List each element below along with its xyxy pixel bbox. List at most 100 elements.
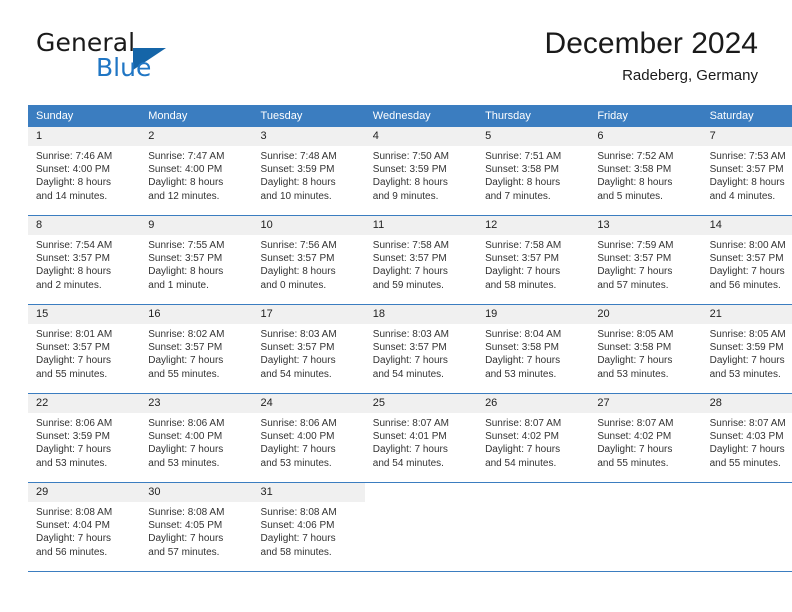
daylight-text-line1: Daylight: 7 hours	[485, 355, 561, 367]
page-header: General Blue December 2024 Radeberg, Ger…	[28, 26, 758, 98]
daylight-text-line2: and 4 minutes.	[709, 190, 776, 202]
sunrise-text: Sunrise: 8:08 AM	[260, 507, 337, 518]
day-number: 21	[701, 305, 792, 324]
sunrise-text: Sunrise: 7:52 AM	[597, 151, 674, 162]
calendar-day-cell[interactable]: 5 Sunrise: 7:51 AM Sunset: 3:58 PM Dayli…	[477, 127, 590, 216]
calendar-day-cell[interactable]: 8 Sunrise: 7:54 AM Sunset: 3:57 PM Dayli…	[28, 215, 141, 305]
calendar-day-cell[interactable]: 10 Sunrise: 7:56 AM Sunset: 3:57 PM Dayl…	[252, 215, 365, 305]
day-number	[701, 483, 792, 502]
sunset-text: Sunset: 3:57 PM	[36, 342, 110, 354]
day-number: 4	[364, 127, 478, 146]
day-number: 16	[140, 305, 253, 324]
sunset-text: Sunset: 3:57 PM	[709, 164, 784, 176]
weekday-header-monday: Monday	[140, 105, 253, 127]
page-title: December 2024	[544, 27, 758, 60]
sunset-text: Sunset: 3:59 PM	[372, 164, 447, 176]
calendar-day-cell[interactable]: 14 Sunrise: 8:00 AM Sunset: 3:57 PM Dayl…	[701, 215, 792, 305]
daylight-text-line2: and 59 minutes.	[372, 279, 444, 291]
day-info: Sunrise: 7:58 AM Sunset: 3:57 PM Dayligh…	[477, 235, 589, 292]
sunrise-text: Sunrise: 8:06 AM	[36, 418, 113, 429]
calendar-day-cell[interactable]: 16 Sunrise: 8:02 AM Sunset: 3:57 PM Dayl…	[140, 304, 253, 394]
calendar-day-cell[interactable]: 24 Sunrise: 8:06 AM Sunset: 4:00 PM Dayl…	[252, 393, 365, 483]
day-info: Sunrise: 7:46 AM Sunset: 4:00 PM Dayligh…	[28, 146, 140, 203]
calendar-day-cell[interactable]: 13 Sunrise: 7:59 AM Sunset: 3:57 PM Dayl…	[589, 215, 702, 305]
daylight-text-line2: and 56 minutes.	[36, 546, 108, 558]
day-info: Sunrise: 8:00 AM Sunset: 3:57 PM Dayligh…	[702, 235, 792, 292]
day-number: 25	[364, 394, 478, 413]
day-info: Sunrise: 8:02 AM Sunset: 3:57 PM Dayligh…	[140, 324, 252, 381]
calendar-day-cell[interactable]: 3 Sunrise: 7:48 AM Sunset: 3:59 PM Dayli…	[252, 127, 365, 216]
calendar-week-row: 29 Sunrise: 8:08 AM Sunset: 4:04 PM Dayl…	[28, 482, 792, 572]
daylight-text-line2: and 53 minutes.	[36, 457, 108, 469]
day-info: Sunrise: 7:48 AM Sunset: 3:59 PM Dayligh…	[253, 146, 365, 203]
calendar-day-cell[interactable]: 30 Sunrise: 8:08 AM Sunset: 4:05 PM Dayl…	[140, 482, 253, 572]
sunset-text: Sunset: 3:57 PM	[148, 253, 223, 265]
daylight-text-line1: Daylight: 7 hours	[148, 444, 224, 456]
calendar-day-cell[interactable]: 12 Sunrise: 7:58 AM Sunset: 3:57 PM Dayl…	[477, 215, 590, 305]
sunset-text: Sunset: 4:00 PM	[148, 431, 223, 443]
calendar-day-cell[interactable]: 9 Sunrise: 7:55 AM Sunset: 3:57 PM Dayli…	[140, 215, 253, 305]
calendar-day-cell[interactable]: 23 Sunrise: 8:06 AM Sunset: 4:00 PM Dayl…	[140, 393, 253, 483]
day-number: 13	[589, 216, 702, 235]
sunrise-text: Sunrise: 8:04 AM	[485, 329, 562, 340]
calendar-day-cell[interactable]: 26 Sunrise: 8:07 AM Sunset: 4:02 PM Dayl…	[477, 393, 590, 483]
calendar-day-cell[interactable]: 28 Sunrise: 8:07 AM Sunset: 4:03 PM Dayl…	[701, 393, 792, 483]
daylight-text-line2: and 58 minutes.	[260, 546, 332, 558]
calendar-day-cell[interactable]: 7 Sunrise: 7:53 AM Sunset: 3:57 PM Dayli…	[701, 127, 792, 216]
calendar-day-cell-empty	[589, 482, 702, 572]
daylight-text-line1: Daylight: 7 hours	[36, 444, 112, 456]
daylight-text-line1: Daylight: 7 hours	[260, 533, 336, 545]
sunset-text: Sunset: 3:57 PM	[372, 342, 447, 354]
calendar-day-cell[interactable]: 1 Sunrise: 7:46 AM Sunset: 4:00 PM Dayli…	[28, 127, 141, 216]
calendar-day-cell[interactable]: 31 Sunrise: 8:08 AM Sunset: 4:06 PM Dayl…	[252, 482, 365, 572]
daylight-text-line1: Daylight: 7 hours	[372, 355, 448, 367]
calendar-day-cell[interactable]: 29 Sunrise: 8:08 AM Sunset: 4:04 PM Dayl…	[28, 482, 141, 572]
daylight-text-line2: and 0 minutes.	[260, 279, 327, 291]
weekday-header-tuesday: Tuesday	[252, 105, 365, 127]
daylight-text-line2: and 53 minutes.	[597, 368, 669, 380]
daylight-text-line2: and 58 minutes.	[485, 279, 557, 291]
calendar-day-cell[interactable]: 18 Sunrise: 8:03 AM Sunset: 3:57 PM Dayl…	[364, 304, 478, 394]
general-blue-logo[interactable]: General Blue	[36, 28, 256, 92]
calendar-day-cell[interactable]: 6 Sunrise: 7:52 AM Sunset: 3:58 PM Dayli…	[589, 127, 702, 216]
calendar-day-cell[interactable]: 21 Sunrise: 8:05 AM Sunset: 3:59 PM Dayl…	[701, 304, 792, 394]
sunrise-text: Sunrise: 8:03 AM	[372, 329, 449, 340]
daylight-text-line1: Daylight: 7 hours	[597, 266, 673, 278]
calendar-day-cell[interactable]: 27 Sunrise: 8:07 AM Sunset: 4:02 PM Dayl…	[589, 393, 702, 483]
day-info: Sunrise: 8:05 AM Sunset: 3:59 PM Dayligh…	[702, 324, 792, 381]
daylight-text-line1: Daylight: 8 hours	[485, 177, 561, 189]
calendar-day-cell[interactable]: 15 Sunrise: 8:01 AM Sunset: 3:57 PM Dayl…	[28, 304, 141, 394]
day-info: Sunrise: 7:53 AM Sunset: 3:57 PM Dayligh…	[702, 146, 792, 203]
daylight-text-line2: and 56 minutes.	[709, 279, 781, 291]
calendar-day-cell[interactable]: 11 Sunrise: 7:58 AM Sunset: 3:57 PM Dayl…	[364, 215, 478, 305]
sunset-text: Sunset: 3:57 PM	[485, 253, 559, 265]
sunrise-text: Sunrise: 7:53 AM	[709, 151, 786, 162]
sunset-text: Sunset: 3:57 PM	[260, 342, 335, 354]
day-number	[589, 483, 702, 502]
sunset-text: Sunset: 3:57 PM	[597, 253, 672, 265]
sunset-text: Sunset: 4:05 PM	[148, 520, 223, 532]
calendar-day-cell[interactable]: 22 Sunrise: 8:06 AM Sunset: 3:59 PM Dayl…	[28, 393, 141, 483]
calendar-day-cell[interactable]: 20 Sunrise: 8:05 AM Sunset: 3:58 PM Dayl…	[589, 304, 702, 394]
day-number: 10	[252, 216, 365, 235]
daylight-text-line1: Daylight: 7 hours	[709, 444, 785, 456]
daylight-text-line1: Daylight: 7 hours	[36, 533, 112, 545]
daylight-text-line2: and 12 minutes.	[148, 190, 220, 202]
calendar-day-cell[interactable]: 2 Sunrise: 7:47 AM Sunset: 4:00 PM Dayli…	[140, 127, 253, 216]
sunrise-text: Sunrise: 8:00 AM	[709, 240, 786, 251]
calendar-day-cell[interactable]: 4 Sunrise: 7:50 AM Sunset: 3:59 PM Dayli…	[364, 127, 478, 216]
sunset-text: Sunset: 4:01 PM	[372, 431, 447, 443]
day-info: Sunrise: 8:08 AM Sunset: 4:05 PM Dayligh…	[140, 502, 252, 559]
daylight-text-line2: and 1 minute.	[148, 279, 209, 291]
sunrise-text: Sunrise: 8:02 AM	[148, 329, 225, 340]
sunset-text: Sunset: 4:00 PM	[36, 164, 110, 176]
day-number: 18	[364, 305, 478, 324]
calendar-day-cell[interactable]: 17 Sunrise: 8:03 AM Sunset: 3:57 PM Dayl…	[252, 304, 365, 394]
calendar-day-cell[interactable]: 19 Sunrise: 8:04 AM Sunset: 3:58 PM Dayl…	[477, 304, 590, 394]
daylight-text-line1: Daylight: 7 hours	[36, 355, 112, 367]
day-number: 12	[477, 216, 590, 235]
sunset-text: Sunset: 4:04 PM	[36, 520, 110, 532]
calendar-day-cell[interactable]: 25 Sunrise: 8:07 AM Sunset: 4:01 PM Dayl…	[364, 393, 478, 483]
daylight-text-line1: Daylight: 7 hours	[485, 266, 561, 278]
daylight-text-line1: Daylight: 7 hours	[372, 444, 448, 456]
